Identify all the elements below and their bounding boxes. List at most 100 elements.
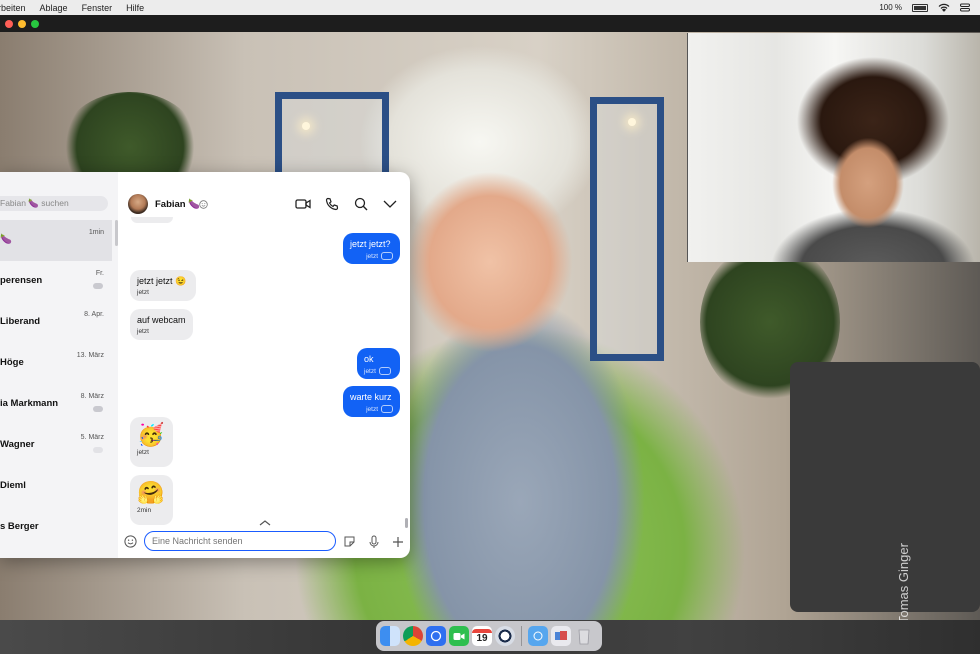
menu-item-ablage[interactable]: Ablage	[40, 3, 68, 13]
menu-item-hilfe[interactable]: Hilfe	[126, 3, 144, 13]
minimize-window-button[interactable]	[18, 19, 26, 28]
conversation-item[interactable]: ia Markmann 8. März	[0, 384, 112, 425]
hug-emoji: 🤗	[137, 480, 165, 505]
close-window-button[interactable]	[5, 19, 13, 28]
conversation-name: 🍆	[0, 234, 12, 245]
chat-options-button[interactable]	[382, 196, 398, 212]
emoji-button[interactable]	[123, 534, 138, 549]
recent-files-icon[interactable]	[551, 626, 571, 646]
conversation-name: s Berger	[0, 521, 39, 532]
contact-avatar[interactable]	[128, 194, 148, 214]
read-receipt-icon	[381, 405, 393, 413]
conversation-item[interactable]: Höge 13. März	[0, 343, 112, 384]
read-receipt-icon	[378, 367, 391, 375]
trash-icon[interactable]	[574, 626, 594, 646]
menu-item-fenster[interactable]: Fenster	[82, 3, 113, 13]
conversation-item[interactable]: Wagner 5. März	[0, 425, 112, 466]
message-composer	[118, 526, 410, 558]
camera-icon	[453, 632, 465, 640]
facetime-icon[interactable]	[449, 626, 469, 646]
message-time: jetzt	[137, 289, 149, 296]
conversation-name: Dieml	[0, 480, 26, 491]
message-bubble-incoming[interactable]: jetzt jetzt 😉 jetzt	[130, 270, 196, 301]
search-icon	[354, 197, 368, 211]
zoom-window-button[interactable]	[31, 19, 39, 28]
message-time: jetzt	[137, 449, 149, 456]
video-icon	[295, 199, 311, 209]
search-chat-button[interactable]	[353, 196, 369, 212]
message-input[interactable]	[144, 531, 336, 551]
message-text: warte kurz	[350, 392, 392, 402]
status-area: 100 %	[879, 0, 970, 15]
message-time: jetzt	[137, 328, 149, 335]
dock: 19	[376, 621, 602, 651]
message-bubble-outgoing[interactable]: ok jetzt	[357, 348, 400, 379]
plus-icon	[392, 536, 403, 547]
sticker-icon	[344, 536, 355, 547]
control-center-icon[interactable]	[960, 3, 970, 12]
message-bubble-outgoing[interactable]: warte kurz jetzt	[343, 386, 400, 417]
sticker-button[interactable]	[342, 534, 357, 549]
conversation-sidebar: Fabian 🍆 suchen 🍆 1min perensen Fr. Libe…	[0, 172, 118, 558]
shelf-decoration	[590, 97, 664, 361]
dock-separator	[521, 626, 522, 646]
smiley-status-icon	[199, 200, 208, 209]
calendar-day: 19	[476, 632, 488, 644]
read-receipt-icon	[93, 447, 103, 453]
finder-icon[interactable]	[380, 626, 400, 646]
chat-bubble-icon	[430, 630, 442, 642]
conversation-date: 1min	[88, 229, 104, 236]
mic-icon	[369, 535, 378, 548]
conversation-item[interactable]: perensen Fr.	[0, 261, 112, 302]
message-time: jetzt	[364, 367, 376, 375]
quicktime-icon[interactable]	[495, 626, 515, 646]
message-time: 2min	[137, 507, 152, 514]
read-receipt-icon	[381, 252, 393, 260]
conversation-item[interactable]: s Berger	[0, 507, 112, 548]
message-text: jetzt jetzt 😉	[137, 276, 187, 286]
message-text: ok	[364, 354, 374, 364]
message-bubble-incoming[interactable]: 🤗 2min	[130, 475, 173, 525]
battery-percent: 100 %	[879, 3, 902, 12]
conversation-item[interactable]: Liberand 8. Apr.	[0, 302, 112, 343]
battery-icon[interactable]	[912, 3, 928, 12]
sidebar-scrollbar[interactable]	[115, 220, 118, 246]
conversation-name: ia Markmann	[0, 398, 59, 409]
voice-call-button[interactable]	[324, 196, 340, 212]
message-bubble-incoming[interactable]: 🥳 jetzt	[130, 417, 173, 467]
conversation-item[interactable]: 🍆 1min	[0, 220, 112, 261]
contact-name[interactable]: Fabian 🍆	[155, 199, 200, 210]
message-bubble-outgoing[interactable]: jetzt jetzt? jetzt	[343, 233, 400, 264]
menu-bar: rbeiten Ablage Fenster Hilfe 100 %	[0, 0, 980, 16]
conversation-name: Wagner	[0, 439, 35, 450]
menu-item-bearbeiten[interactable]: rbeiten	[0, 3, 26, 13]
wifi-icon[interactable]	[938, 3, 950, 12]
voice-message-button[interactable]	[366, 534, 381, 549]
video-call-button[interactable]	[295, 196, 311, 212]
conversation-item[interactable]: Dieml	[0, 466, 112, 507]
video-watermark: Tomas Ginger	[896, 543, 911, 620]
message-time: jetzt	[366, 252, 378, 260]
emoji-icon	[124, 535, 137, 548]
conversation-date: 13. März	[76, 352, 104, 359]
conversation-date: 8. März	[80, 393, 104, 400]
lamp-light	[302, 122, 310, 130]
message-bubble-partial	[131, 217, 173, 223]
conversation-name: Höge	[0, 357, 24, 368]
window-titlebar	[0, 15, 980, 32]
signal-icon[interactable]	[426, 626, 446, 646]
message-text: auf webcam	[137, 315, 186, 325]
conversation-date: 5. März	[80, 434, 104, 441]
chat-window: Fabian 🍆 suchen 🍆 1min perensen Fr. Libe…	[0, 172, 410, 558]
calendar-icon[interactable]: 19	[472, 626, 492, 646]
downloads-folder-icon[interactable]	[528, 626, 548, 646]
attach-button[interactable]	[390, 534, 405, 549]
download-arrow-icon	[533, 631, 543, 641]
phone-icon	[325, 197, 339, 211]
self-view-video[interactable]	[687, 33, 980, 262]
conversation-search[interactable]: Fabian 🍆 suchen	[0, 196, 108, 211]
chrome-icon[interactable]	[403, 626, 423, 646]
message-bubble-incoming[interactable]: auf webcam jetzt	[130, 309, 193, 340]
conversation-name: Liberand	[0, 316, 41, 327]
chevron-down-icon	[383, 200, 397, 208]
